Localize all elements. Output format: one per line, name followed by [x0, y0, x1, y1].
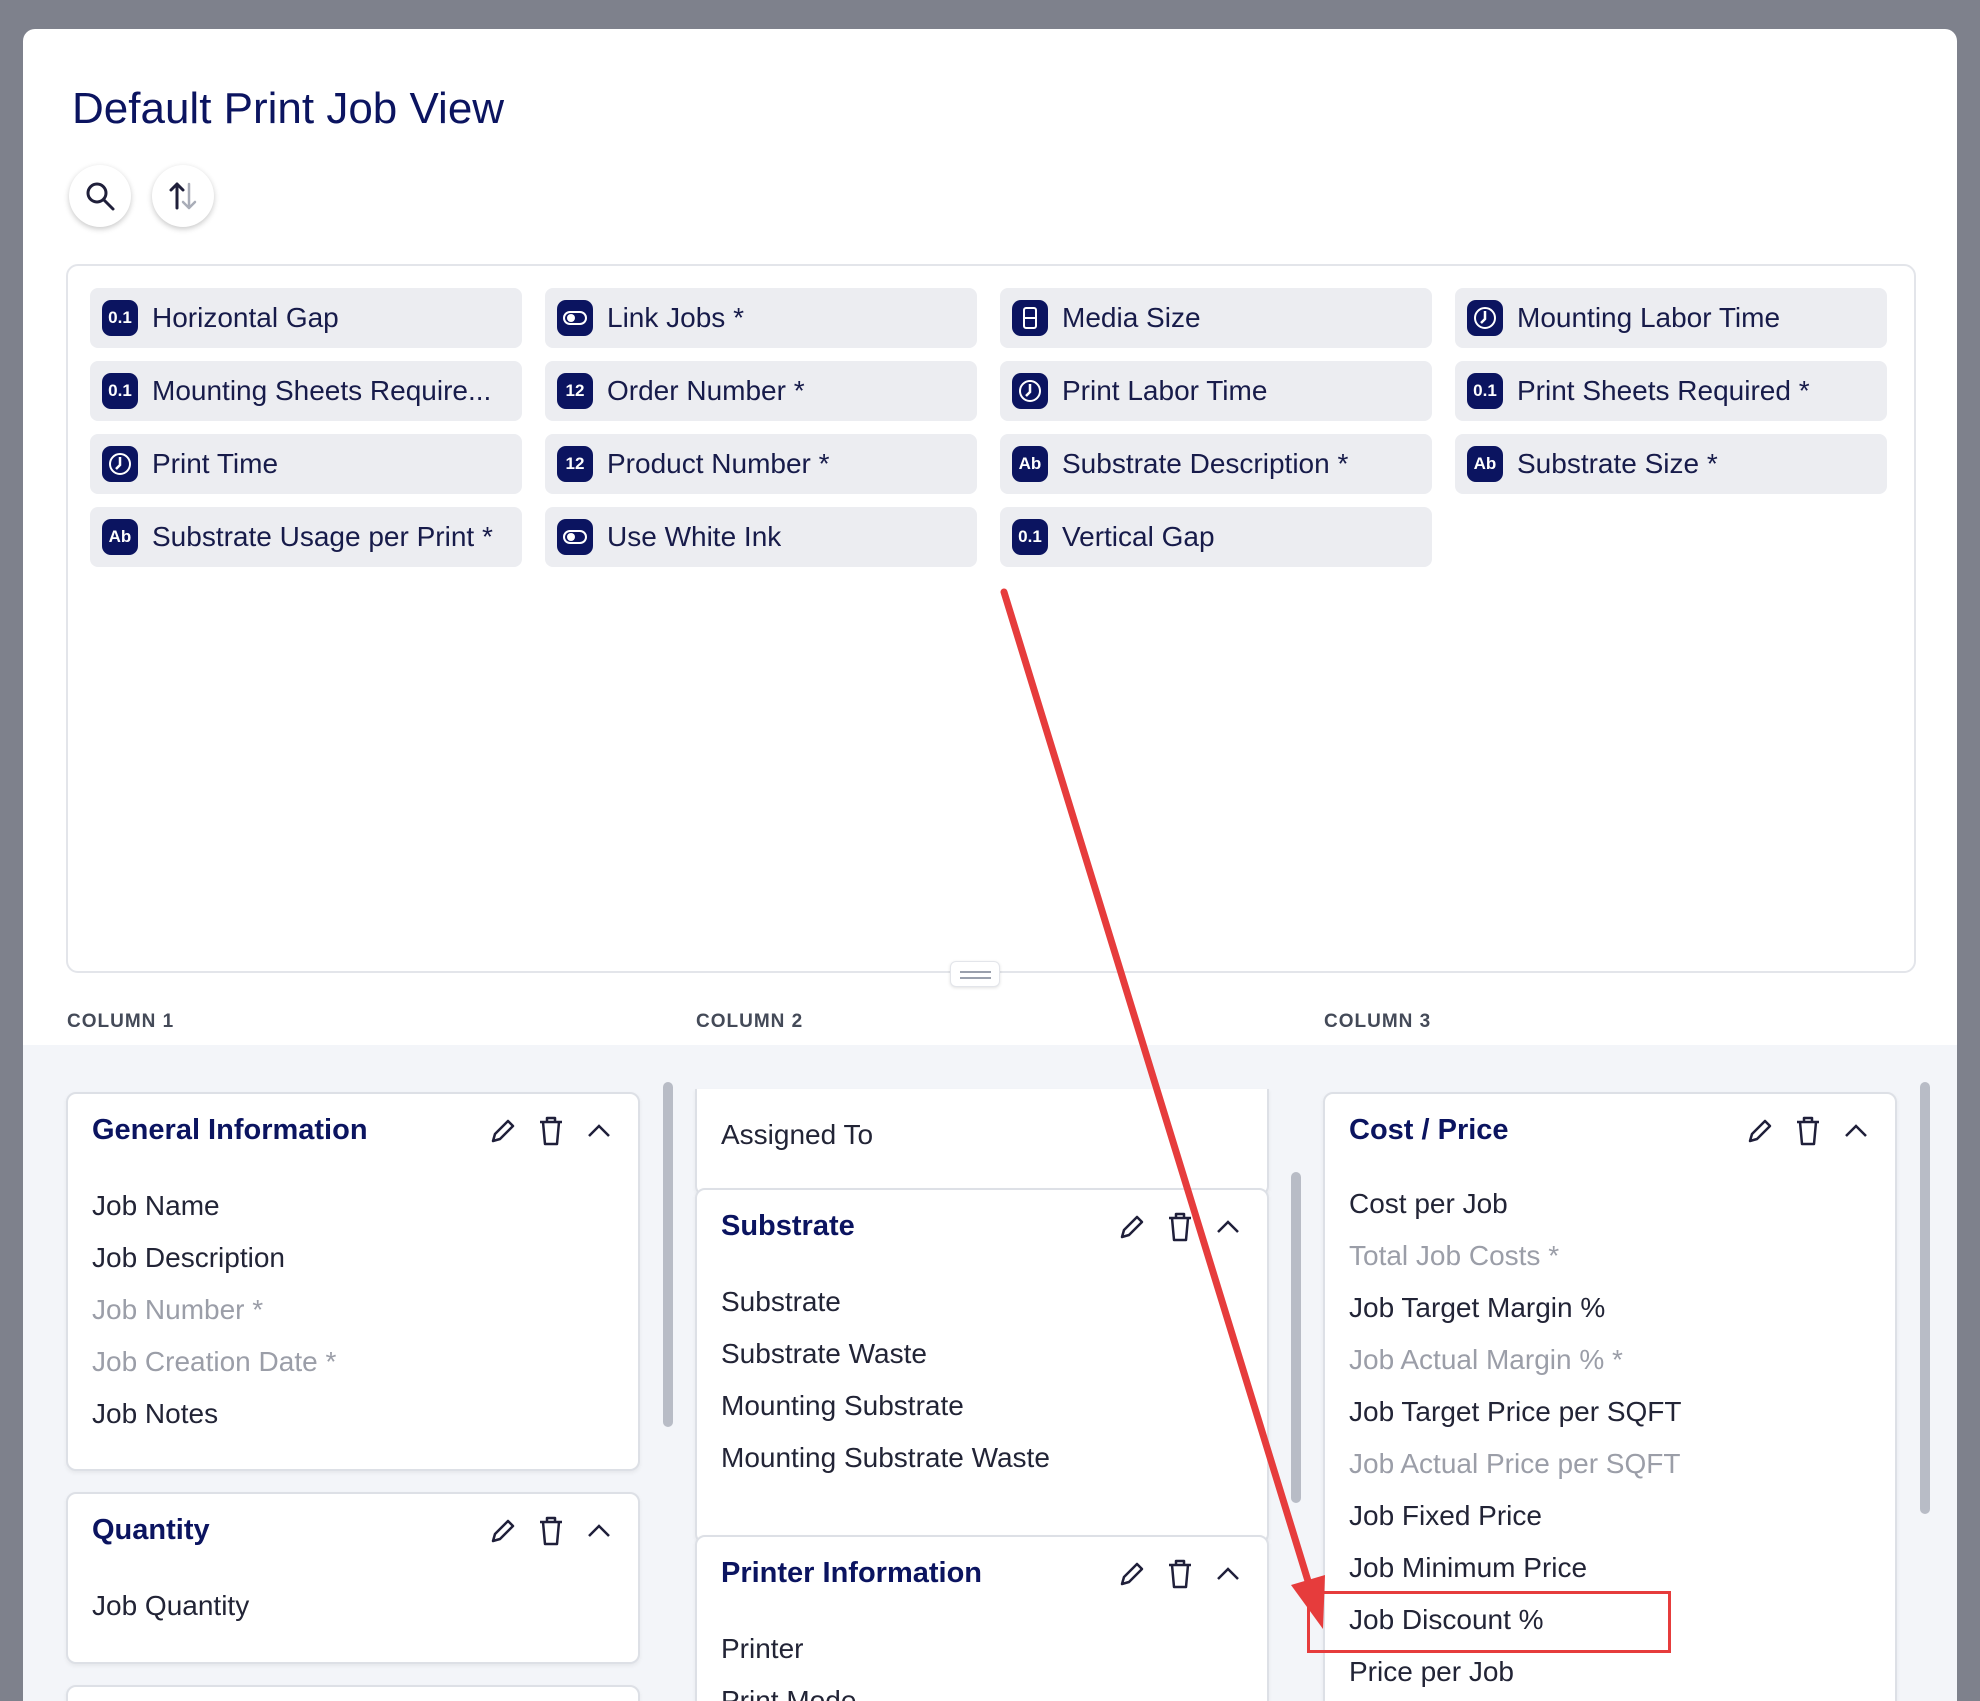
toggle-icon: [557, 519, 593, 555]
chevron-up-icon[interactable]: [1213, 1210, 1243, 1244]
field-item[interactable]: Mounting Substrate Waste: [721, 1442, 1050, 1474]
trash-icon[interactable]: [1165, 1210, 1195, 1244]
edit-icon[interactable]: [488, 1114, 518, 1148]
field-chip[interactable]: Ab Substrate Description *: [1000, 434, 1432, 494]
field-item[interactable]: Cost per Job: [1349, 1188, 1508, 1220]
field-item[interactable]: Assigned To: [721, 1119, 873, 1151]
media-icon: [1012, 300, 1048, 336]
search-button[interactable]: [69, 165, 131, 227]
clock-icon: [102, 446, 138, 482]
field-chip[interactable]: 12 Order Number *: [545, 361, 977, 421]
field-item[interactable]: Mounting Substrate: [721, 1390, 964, 1422]
section-title: Cost / Price: [1349, 1114, 1509, 1146]
trash-icon[interactable]: [536, 1514, 566, 1548]
field-item[interactable]: Printer: [721, 1633, 803, 1665]
field-chip[interactable]: 0.1 Vertical Gap: [1000, 507, 1432, 567]
field-chip[interactable]: 0.1 Mounting Sheets Require...: [90, 361, 522, 421]
field-item[interactable]: Job Minimum Price: [1349, 1552, 1587, 1584]
edit-icon[interactable]: [488, 1514, 518, 1548]
field-item[interactable]: Print Mode: [721, 1685, 856, 1701]
chevron-up-icon[interactable]: [1841, 1114, 1871, 1148]
section-title: Printer Information: [721, 1557, 983, 1589]
quantity-section[interactable]: Quantity Job Quantity: [66, 1492, 640, 1664]
field-item[interactable]: Job Creation Date *: [92, 1346, 336, 1378]
decimal-icon: 0.1: [102, 373, 138, 409]
field-item[interactable]: Job Notes: [92, 1398, 218, 1430]
field-item[interactable]: Price per Job: [1349, 1656, 1514, 1688]
field-item[interactable]: Job Description: [92, 1242, 285, 1274]
decimal-icon: 0.1: [102, 300, 138, 336]
chevron-up-icon[interactable]: [584, 1114, 614, 1148]
field-chip[interactable]: Ab Substrate Usage per Print *: [90, 507, 522, 567]
sort-icon: [169, 182, 197, 210]
assigned-section[interactable]: Assigned To: [695, 1089, 1269, 1196]
text-icon: Ab: [102, 519, 138, 555]
field-item[interactable]: Job Target Price per SQFT: [1349, 1396, 1682, 1428]
field-chip[interactable]: Link Jobs *: [545, 288, 977, 348]
search-icon: [86, 182, 115, 211]
column-1-header: COLUMN 1: [67, 1011, 175, 1032]
decimal-icon: 0.1: [1012, 519, 1048, 555]
field-chip[interactable]: 12 Product Number *: [545, 434, 977, 494]
general-information-section[interactable]: General Information Job Name Job Descrip…: [66, 1092, 640, 1471]
field-chip[interactable]: 0.1 Horizontal Gap: [90, 288, 522, 348]
available-fields-pool: 0.1 Horizontal Gap Link Jobs * Media Size…: [66, 264, 1916, 973]
field-item[interactable]: Total Job Costs *: [1349, 1240, 1559, 1272]
clock-icon: [1467, 300, 1503, 336]
edit-icon[interactable]: [1117, 1210, 1147, 1244]
edit-icon[interactable]: [1117, 1557, 1147, 1591]
text-icon: Ab: [1012, 446, 1048, 482]
decimal-icon: 0.1: [1467, 373, 1503, 409]
field-item[interactable]: Job Actual Margin % *: [1349, 1344, 1623, 1376]
column-3-scrollbar[interactable]: [1920, 1082, 1930, 1514]
resize-handle[interactable]: [950, 961, 1000, 987]
field-item[interactable]: Job Fixed Price: [1349, 1500, 1542, 1532]
clock-icon: [1012, 373, 1048, 409]
field-chip[interactable]: Print Time: [90, 434, 522, 494]
edit-icon[interactable]: [1745, 1114, 1775, 1148]
field-chip[interactable]: 0.1 Print Sheets Required *: [1455, 361, 1887, 421]
column-2-header: COLUMN 2: [696, 1011, 804, 1032]
trash-icon[interactable]: [1165, 1557, 1195, 1591]
field-chip[interactable]: Use White Ink: [545, 507, 977, 567]
highlight-box: [1307, 1591, 1671, 1653]
next-section-partial[interactable]: [66, 1685, 640, 1701]
page-title: Default Print Job View: [72, 84, 505, 133]
integer-icon: 12: [557, 373, 593, 409]
field-item[interactable]: Job Number *: [92, 1294, 263, 1326]
field-item[interactable]: Job Quantity: [92, 1590, 249, 1622]
chevron-up-icon[interactable]: [584, 1514, 614, 1548]
field-chip[interactable]: Print Labor Time: [1000, 361, 1432, 421]
text-icon: Ab: [1467, 446, 1503, 482]
section-title: Quantity: [92, 1514, 210, 1546]
field-item[interactable]: Substrate: [721, 1286, 841, 1318]
field-item[interactable]: Job Actual Price per SQFT: [1349, 1448, 1680, 1480]
field-chip[interactable]: Media Size: [1000, 288, 1432, 348]
trash-icon[interactable]: [536, 1114, 566, 1148]
column-1-scrollbar[interactable]: [663, 1082, 673, 1427]
field-item[interactable]: Substrate Waste: [721, 1338, 927, 1370]
column-3-header: COLUMN 3: [1324, 1011, 1432, 1032]
toggle-icon: [557, 300, 593, 336]
printer-information-section[interactable]: Printer Information Printer Print Mode: [695, 1535, 1269, 1701]
print-job-view-card: Default Print Job View 0.1 Horizontal Gap…: [23, 29, 1957, 1701]
substrate-section[interactable]: Substrate Substrate Substrate Waste Moun…: [695, 1188, 1269, 1544]
integer-icon: 12: [557, 446, 593, 482]
field-item[interactable]: Job Name: [92, 1190, 220, 1222]
sort-button[interactable]: [152, 165, 214, 227]
trash-icon[interactable]: [1793, 1114, 1823, 1148]
field-chip[interactable]: Mounting Labor Time: [1455, 288, 1887, 348]
field-chip[interactable]: Ab Substrate Size *: [1455, 434, 1887, 494]
field-item[interactable]: Job Target Margin %: [1349, 1292, 1605, 1324]
section-title: General Information: [92, 1114, 368, 1146]
column-2-scrollbar[interactable]: [1291, 1172, 1301, 1503]
section-title: Substrate: [721, 1210, 855, 1242]
chevron-up-icon[interactable]: [1213, 1557, 1243, 1591]
